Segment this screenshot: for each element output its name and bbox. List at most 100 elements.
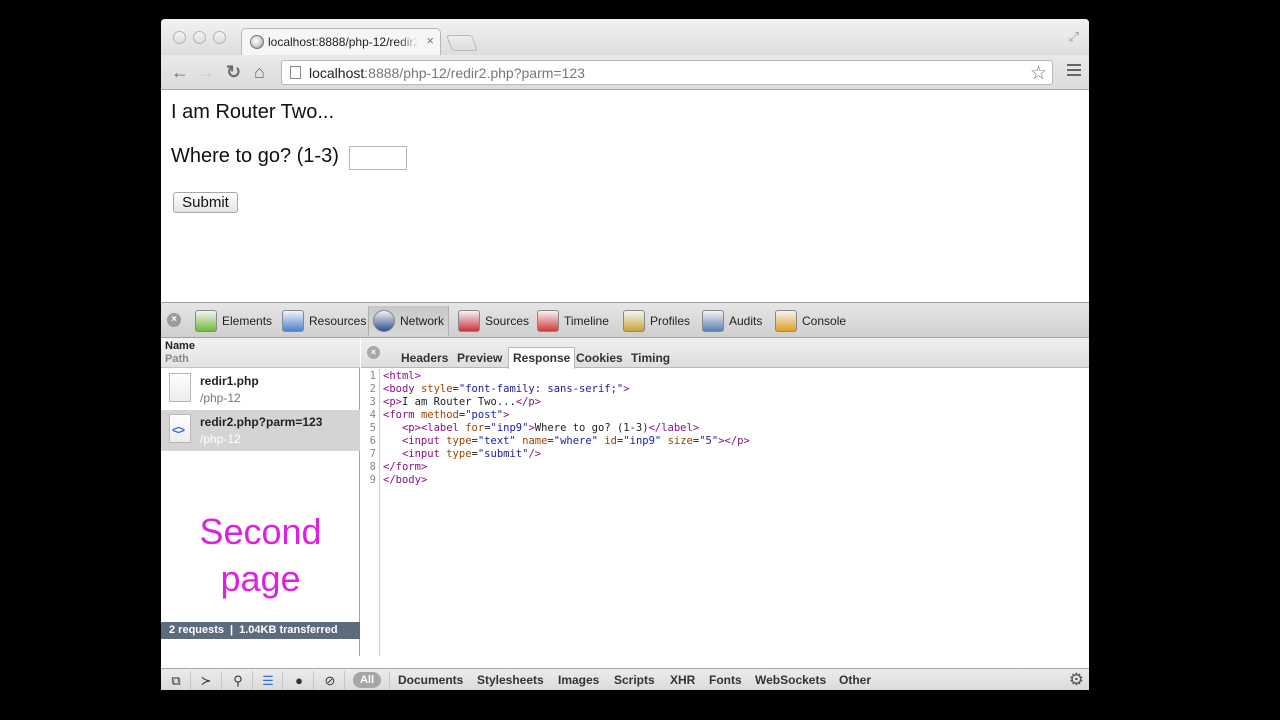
devtools-panel: × Elements Resources Network Sources Timelin… [161, 302, 1089, 690]
panel-tab-label: Resources [309, 314, 367, 328]
tab-timing[interactable]: Timing [627, 348, 674, 368]
large-rows-icon[interactable]: ☰ [257, 671, 279, 690]
panel-tab-label: Console [802, 314, 847, 328]
panel-tab-timeline[interactable]: Timeline [533, 306, 613, 336]
fullscreen-icon[interactable]: ⤢ [1069, 29, 1079, 45]
transferred-size: 1.04KB transferred [239, 624, 338, 636]
devtools-status-bar: ⧉ ≻ ⚲ ☰ ● ⊘ All Documents Stylesheets Image… [161, 668, 1089, 690]
url-path: :8888/php-12/redir2.php?parm=123 [364, 65, 585, 81]
filter-images[interactable]: Images [558, 673, 599, 687]
filter-xhr[interactable]: XHR [670, 673, 695, 687]
submit-button[interactable]: Submit [173, 192, 238, 213]
detail-tabs: × Headers Preview Response Cookies Timing [361, 338, 1089, 369]
back-button[interactable]: ← [171, 62, 189, 82]
bookmark-star-icon[interactable]: ☆ [1030, 62, 1047, 85]
filter-fonts[interactable]: Fonts [709, 673, 742, 687]
home-button[interactable]: ⌂ [254, 62, 265, 82]
column-path: Path [165, 353, 189, 365]
response-viewer[interactable]: 1 <html> 2 <body style="font-family: sans-s… [361, 369, 1089, 656]
devtools-close-icon[interactable]: × [167, 313, 181, 327]
page-content: I am Router Two... Where to go? (1-3) Su… [161, 91, 1089, 302]
panel-tab-console[interactable]: Console [771, 306, 850, 336]
code-line: 1 <html> [361, 370, 421, 383]
browser-toolbar: ← → ↻ ⌂ localhost:8888/php-12/redir2.php… [161, 55, 1089, 90]
dock-icon[interactable]: ⧉ [165, 671, 187, 690]
divider [282, 671, 283, 690]
address-bar[interactable]: localhost:8888/php-12/redir2.php?parm=12… [281, 60, 1053, 85]
tab-cookies[interactable]: Cookies [572, 348, 627, 368]
code-text: <p>I am Router Two...</p> [383, 396, 542, 408]
devtools-toolbar: × Elements Resources Network Sources Timelin… [161, 303, 1089, 338]
filter-websockets[interactable]: WebSockets [755, 673, 826, 687]
panel-tab-elements[interactable]: Elements [191, 306, 276, 336]
reload-button[interactable]: ↻ [226, 62, 241, 82]
settings-gear-icon[interactable]: ⚙ [1069, 670, 1084, 690]
url-text[interactable]: localhost:8888/php-12/redir2.php?parm=12… [309, 65, 585, 81]
filter-scripts[interactable]: Scripts [614, 673, 655, 687]
tab-close-icon[interactable]: × [426, 33, 434, 48]
search-icon[interactable]: ⚲ [227, 671, 249, 690]
where-label: Where to go? (1-3) [171, 145, 339, 167]
request-row[interactable]: redir1.php /php-12 [161, 369, 360, 410]
request-row[interactable]: redir2.php?parm=123 /php-12 [161, 410, 360, 451]
line-number: 9 [369, 474, 376, 486]
request-name: redir2.php?parm=123 [200, 415, 323, 429]
html-file-icon [169, 414, 191, 443]
divider [313, 671, 314, 690]
line-number: 7 [369, 448, 376, 460]
code-text: <p><label for="inp9">Where to go? (1-3)<… [401, 422, 700, 434]
request-list-header[interactable]: Name Path [161, 338, 360, 368]
file-icon [169, 373, 191, 402]
profiles-icon [623, 310, 645, 332]
browser-tab[interactable]: localhost:8888/php-12/redir2.php?parm=12… [241, 28, 441, 55]
line-number: 8 [369, 461, 376, 473]
request-name: redir1.php [200, 374, 259, 388]
panel-tab-network[interactable]: Network [368, 306, 450, 336]
divider [389, 671, 390, 690]
record-icon[interactable]: ● [288, 671, 310, 690]
panel-tab-profiles[interactable]: Profiles [619, 306, 694, 336]
filter-stylesheets[interactable]: Stylesheets [477, 673, 544, 687]
forward-button[interactable]: → [197, 62, 215, 82]
panel-tab-audits[interactable]: Audits [698, 306, 766, 336]
code-line: 8 </form> [361, 461, 428, 474]
panel-tab-sources[interactable]: Sources [454, 306, 533, 336]
close-window-button[interactable] [173, 31, 186, 44]
filter-all[interactable]: All [353, 672, 381, 688]
sources-icon [458, 310, 480, 332]
request-list: Name Path redir1.php /php-12 redir2.php?… [161, 338, 360, 656]
panel-tab-label: Audits [729, 314, 763, 328]
detail-close-icon[interactable]: × [367, 346, 380, 359]
where-input[interactable] [349, 146, 407, 170]
code-text: </form> [383, 461, 428, 473]
request-path: /php-12 [200, 391, 241, 405]
minimize-window-button[interactable] [193, 31, 206, 44]
elements-icon [195, 310, 217, 332]
clear-icon[interactable]: ⊘ [319, 671, 341, 690]
new-tab-button[interactable] [446, 35, 478, 51]
request-detail: × Headers Preview Response Cookies Timing 1 <… [361, 338, 1089, 656]
zoom-window-button[interactable] [213, 31, 226, 44]
tab-headers[interactable]: Headers [397, 348, 452, 368]
tab-preview[interactable]: Preview [453, 348, 506, 368]
menu-icon[interactable] [1067, 64, 1081, 79]
tab-response[interactable]: Response [508, 347, 576, 369]
filter-documents[interactable]: Documents [398, 673, 463, 687]
divider [344, 671, 345, 690]
filter-other[interactable]: Other [839, 673, 871, 687]
url-host: localhost [309, 65, 365, 81]
line-number: 6 [369, 435, 376, 447]
request-path: /php-12 [200, 432, 241, 446]
line-number: 5 [369, 422, 376, 434]
console-drawer-icon[interactable]: ≻ [195, 671, 217, 690]
panel-tab-label: Profiles [650, 314, 691, 328]
request-count: 2 requests [169, 624, 225, 636]
code-line: 2 <body style="font-family: sans-serif;"> [361, 383, 630, 396]
page-heading: I am Router Two... [171, 101, 335, 123]
panel-tab-resources[interactable]: Resources [278, 306, 370, 336]
column-name: Name [165, 340, 195, 352]
line-number: 3 [369, 396, 376, 408]
annotation-text: Second page [161, 508, 360, 602]
annotation-line-1: Second [199, 511, 322, 552]
divider [190, 671, 191, 690]
